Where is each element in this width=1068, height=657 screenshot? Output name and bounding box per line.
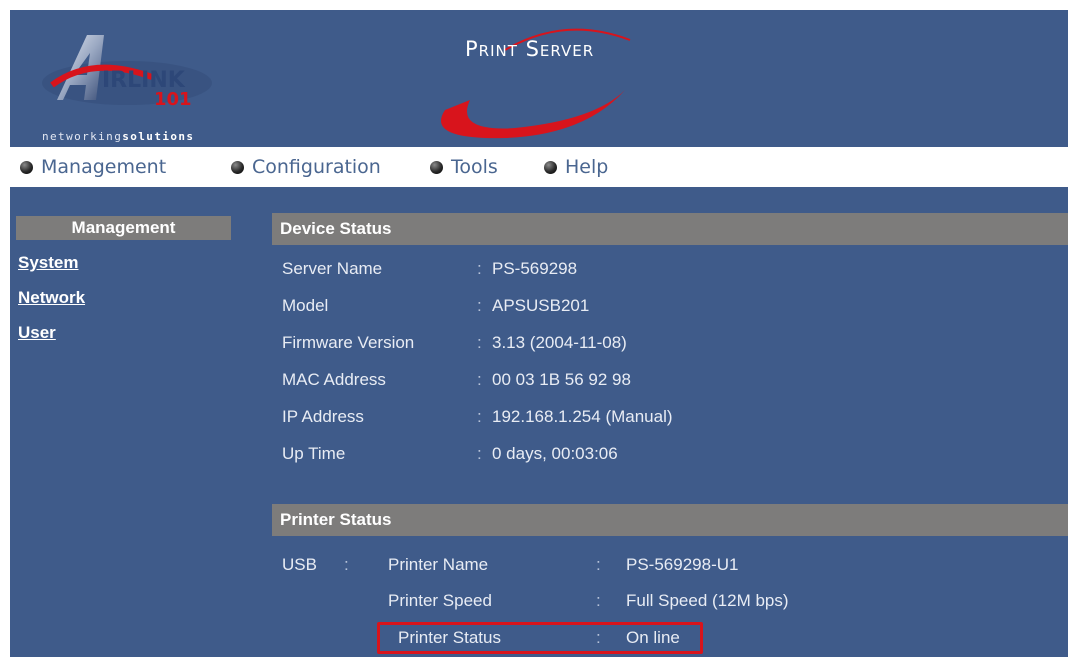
nav-management[interactable]: Management [20,147,166,187]
row-value: 192.168.1.254 (Manual) [492,407,673,426]
product-title: Print Server [465,37,595,61]
row-separator: : [477,407,482,426]
nav-configuration[interactable]: Configuration [231,147,381,187]
row-label: Firmware Version [282,333,415,352]
sidebar-link-network[interactable]: Network [18,288,85,308]
row-separator: : [596,555,601,574]
nav-tools-label: Tools [451,156,498,178]
row-label: Printer Name [388,555,489,574]
bullet-icon [430,160,443,174]
device-status-header: Device Status [272,213,1068,245]
row-value: Full Speed (12M bps) [626,591,789,610]
svg-text:101: 101 [154,89,192,110]
airlink-logo-graphic: IRLINK 101 [42,35,212,110]
sidebar-link-user[interactable]: User [18,323,56,343]
logo-tagline: networkingsolutions [42,130,195,143]
row-separator: : [477,259,482,278]
row-separator: : [596,591,601,610]
page-frame: IRLINK 101 networkingsolutions Print Ser… [10,10,1068,657]
row-value: PS-569298 [492,259,578,278]
nav-help[interactable]: Help [544,147,608,187]
row-label: Printer Speed [388,591,492,610]
nav-management-label: Management [41,156,167,178]
row-label: Up Time [282,444,346,463]
row-value: APSUSB201 [492,296,590,315]
row-label: MAC Address [282,370,386,389]
row-value: PS-569298-U1 [626,555,739,574]
bullet-icon [20,160,33,174]
nav-configuration-label: Configuration [252,156,381,178]
airlink-logo: IRLINK 101 networkingsolutions [32,25,232,145]
sidebar-heading: Management [16,216,231,240]
row-separator: : [477,370,482,389]
usb-port-separator: : [344,555,349,574]
row-separator: : [477,444,482,463]
bullet-icon [544,160,557,174]
usb-port-label: USB [282,555,317,574]
sidebar-link-system[interactable]: System [18,253,78,273]
row-value: 3.13 (2004-11-08) [492,333,627,352]
row-label: Server Name [282,259,383,278]
row-value: 00 03 1B 56 92 98 [492,370,631,389]
nav-tools[interactable]: Tools [430,147,498,187]
row-separator: : [477,333,482,352]
row-separator: : [477,296,482,315]
nav-help-label: Help [565,156,609,178]
printer-status-header: Printer Status [272,504,1068,536]
row-label: IP Address [282,407,364,426]
top-nav-bar: Management Configuration Tools Help [10,147,1068,187]
printer-status-highlight [377,622,703,654]
row-value: 0 days, 00:03:06 [492,444,618,463]
row-label: Model [282,296,329,315]
bullet-icon [231,160,244,174]
